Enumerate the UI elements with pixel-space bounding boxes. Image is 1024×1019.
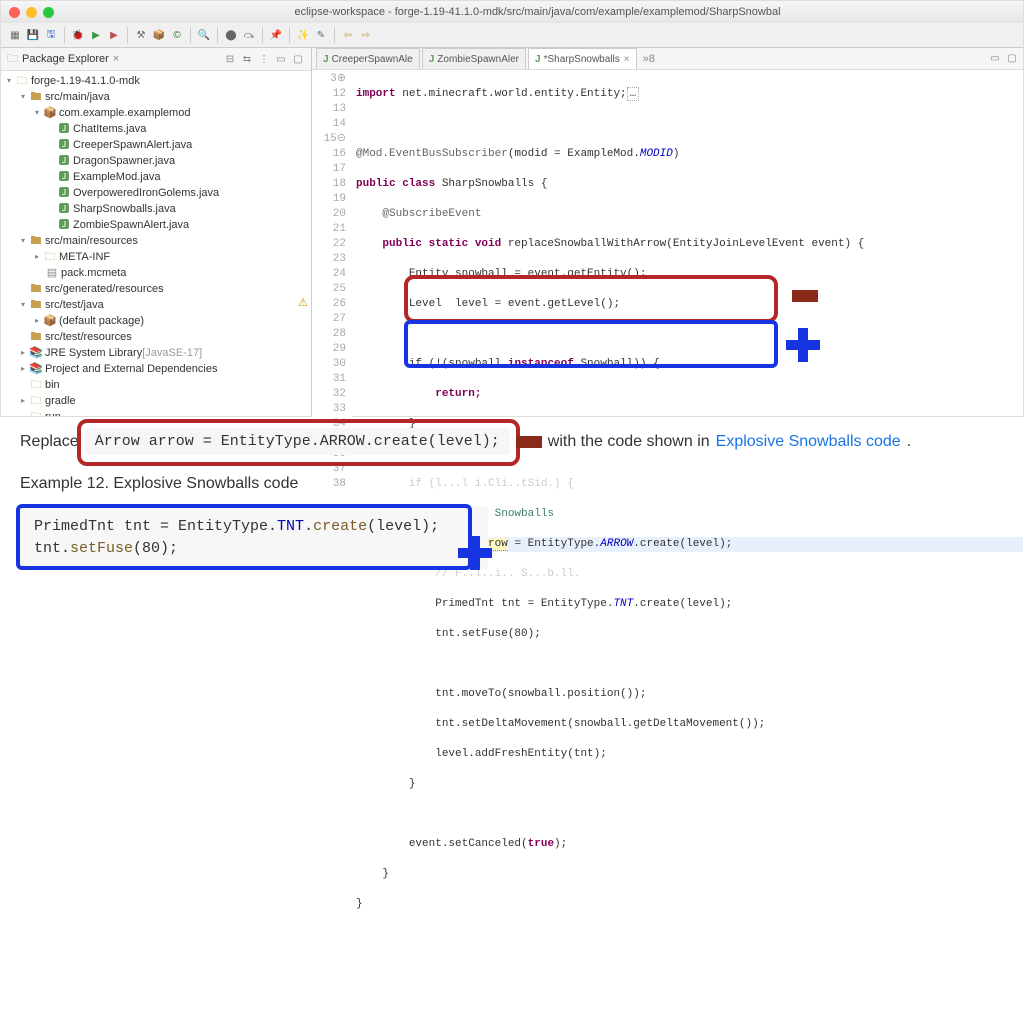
- minimize-icon[interactable]: ▭: [274, 52, 288, 66]
- file-zombiespawn[interactable]: 🅹ZombieSpawnAlert.java: [1, 217, 311, 233]
- tree-src-main-res[interactable]: ▾🖿src/main/resources: [1, 233, 311, 249]
- file-dragonspawner[interactable]: 🅹DragonSpawner.java: [1, 153, 311, 169]
- file-chatitems[interactable]: 🅹ChatItems.java: [1, 121, 311, 137]
- main-toolbar: ▦ 💾 🖫 🐞 ▶ ▶ ⚒ 📦 © 🔍 ⬤ ⤼ 📌 ✨ ✎ ⇦ ⇨: [1, 23, 1023, 48]
- with-text: with the code shown in: [548, 430, 710, 454]
- file-creeperspawn[interactable]: 🅹CreeperSpawnAlert.java: [1, 137, 311, 153]
- editor-min-icon[interactable]: ▭: [988, 52, 1002, 66]
- back-icon[interactable]: ⇦: [340, 27, 356, 43]
- tab-overflow[interactable]: »8: [639, 53, 659, 65]
- editor-area: JCreeperSpawnAle JZombieSpawnAler J*Shar…: [312, 48, 1023, 416]
- tree-src-main-java[interactable]: ▾🖿src/main/java: [1, 89, 311, 105]
- tree-src-test-java[interactable]: ▾🖿src/test/java: [1, 297, 311, 313]
- folder-icon: 🗀: [7, 50, 18, 69]
- search-icon[interactable]: 🔍: [196, 27, 212, 43]
- link-editor-icon[interactable]: ⇆: [240, 52, 254, 66]
- maximize-window-button[interactable]: [43, 7, 54, 18]
- inline-code-arrow: Arrow arrow = EntityType.ARROW.create(le…: [85, 428, 510, 455]
- folder-run[interactable]: 🗀run: [1, 409, 311, 416]
- package-explorer-panel: 🗀 Package Explorer × ⊟ ⇆ ⋮ ▭ ▢ ▾🗀forge-1…: [1, 48, 312, 416]
- file-mcmeta[interactable]: ▤pack.mcmeta: [1, 265, 311, 281]
- save-all-icon[interactable]: 🖫: [43, 27, 59, 43]
- tab-sharpsnowballs[interactable]: J*SharpSnowballs×: [528, 48, 637, 69]
- replace-text: Replace: [20, 430, 79, 454]
- run-ext-icon[interactable]: ▶: [106, 27, 122, 43]
- package-explorer-header: 🗀 Package Explorer × ⊟ ⇆ ⋮ ▭ ▢: [1, 48, 311, 71]
- minimize-window-button[interactable]: [26, 7, 37, 18]
- collapse-all-icon[interactable]: ⊟: [223, 52, 237, 66]
- pin-icon[interactable]: 📌: [268, 27, 284, 43]
- ide-window: eclipse-workspace - forge-1.19-41.1.0-md…: [0, 0, 1024, 417]
- new-class-icon[interactable]: ©: [169, 27, 185, 43]
- new-package-icon[interactable]: 📦: [151, 27, 167, 43]
- code-block-explosive: PrimedTnt tnt = EntityType.TNT.create(le…: [20, 506, 488, 570]
- folder-gradle[interactable]: ▸🗀gradle: [1, 393, 311, 409]
- skip-breakpoints-icon[interactable]: ⤼: [241, 27, 257, 43]
- minus-icon: [792, 290, 818, 302]
- tree-deps[interactable]: ▸📚Project and External Dependencies: [1, 361, 311, 377]
- tree-jre[interactable]: ▸📚JRE System Library [JavaSE-17]: [1, 345, 311, 361]
- tree-src-gen[interactable]: 🖿src/generated/resources: [1, 281, 311, 297]
- file-sharpsnowballs[interactable]: 🅹SharpSnowballs.java: [1, 201, 311, 217]
- debug-icon[interactable]: 🐞: [70, 27, 86, 43]
- new-icon[interactable]: ▦: [7, 27, 23, 43]
- tree-src-test-res[interactable]: 🖿src/test/resources: [1, 329, 311, 345]
- tree-package[interactable]: ▾📦com.example.examplemod: [1, 105, 311, 121]
- toggle-breakpoint-icon[interactable]: ⬤: [223, 27, 239, 43]
- file-opgolems[interactable]: 🅹OverpoweredIronGolems.java: [1, 185, 311, 201]
- close-icon[interactable]: ×: [113, 53, 119, 65]
- editor-tabs: JCreeperSpawnAle JZombieSpawnAler J*Shar…: [312, 48, 1023, 70]
- run-icon[interactable]: ▶: [88, 27, 104, 43]
- titlebar: eclipse-workspace - forge-1.19-41.1.0-md…: [1, 1, 1023, 23]
- minus-icon-2: [516, 436, 542, 448]
- wand-icon[interactable]: ✨: [295, 27, 311, 43]
- tab-creeperspawn[interactable]: JCreeperSpawnAle: [316, 48, 420, 69]
- save-icon[interactable]: 💾: [25, 27, 41, 43]
- refactor-icon[interactable]: ✎: [313, 27, 329, 43]
- close-window-button[interactable]: [9, 7, 20, 18]
- maximize-icon[interactable]: ▢: [291, 52, 305, 66]
- explosive-snowballs-link[interactable]: Explosive Snowballs code: [716, 430, 901, 454]
- close-tab-icon[interactable]: ×: [624, 54, 630, 65]
- folder-bin[interactable]: 🗀bin: [1, 377, 311, 393]
- package-explorer-tree[interactable]: ▾🗀forge-1.19-41.1.0-mdk ▾🖿src/main/java …: [1, 71, 311, 416]
- panel-title: Package Explorer: [22, 53, 109, 65]
- window-title: eclipse-workspace - forge-1.19-41.1.0-md…: [60, 6, 1015, 18]
- build-icon[interactable]: ⚒: [133, 27, 149, 43]
- tab-zombiespawn[interactable]: JZombieSpawnAler: [422, 48, 526, 69]
- tree-project[interactable]: ▾🗀forge-1.19-41.1.0-mdk: [1, 73, 311, 89]
- editor-max-icon[interactable]: ▢: [1005, 52, 1019, 66]
- file-examplemod[interactable]: 🅹ExampleMod.java: [1, 169, 311, 185]
- tree-meta-inf[interactable]: ▸🗀META-INF: [1, 249, 311, 265]
- view-menu-icon[interactable]: ⋮: [257, 52, 271, 66]
- forward-icon[interactable]: ⇨: [358, 27, 374, 43]
- tree-default-pkg[interactable]: ▸📦(default package): [1, 313, 311, 329]
